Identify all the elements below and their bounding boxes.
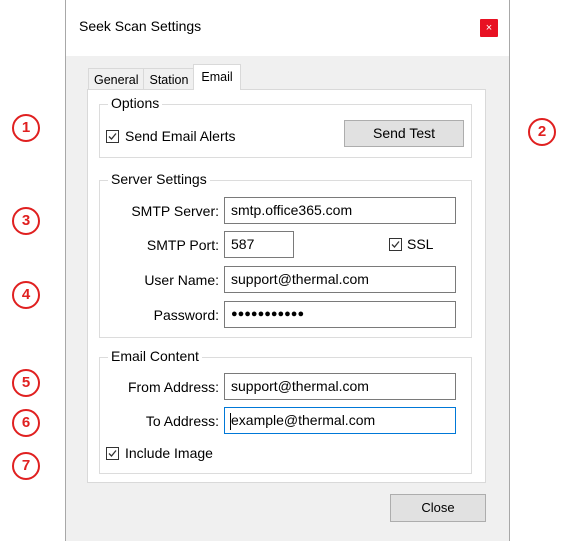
close-button[interactable]: Close (390, 494, 486, 522)
include-image-label[interactable]: Include Image (125, 445, 213, 461)
to-address-input[interactable]: example@thermal.com (224, 407, 456, 434)
from-address-label: From Address: (127, 379, 219, 395)
smtp-port-label: SMTP Port: (146, 237, 219, 253)
password-input[interactable]: ●●●●●●●●●●● (224, 301, 456, 328)
server-settings-group: Server Settings SMTP Server: smtp.office… (99, 171, 472, 338)
email-tab-panel: Options Send Email Alerts Send Test Serv… (87, 89, 486, 483)
callout-7: 7 (12, 452, 40, 480)
ssl-checkbox[interactable] (389, 238, 402, 251)
user-name-input[interactable]: support@thermal.com (224, 266, 456, 293)
smtp-server-input[interactable]: smtp.office365.com (224, 197, 456, 224)
callout-3: 3 (12, 207, 40, 235)
send-email-alerts-label[interactable]: Send Email Alerts (125, 128, 236, 144)
from-address-input[interactable]: support@thermal.com (224, 373, 456, 400)
smtp-server-label: SMTP Server: (131, 203, 219, 219)
close-window-button[interactable]: × (480, 19, 498, 37)
send-test-button[interactable]: Send Test (344, 120, 464, 147)
tab-strip: General Station Email (88, 64, 241, 90)
send-email-alerts-checkbox[interactable] (106, 130, 119, 143)
tab-station[interactable]: Station (143, 68, 195, 90)
ssl-label[interactable]: SSL (407, 236, 433, 252)
callout-5: 5 (12, 369, 40, 397)
tab-general[interactable]: General (88, 68, 145, 90)
callout-6: 6 (12, 409, 40, 437)
settings-dialog: Seek Scan Settings × General Station Ema… (65, 0, 510, 541)
email-content-group-title: Email Content (108, 348, 202, 364)
tab-email[interactable]: Email (193, 64, 241, 90)
callout-1: 1 (12, 114, 40, 142)
page: 1 2 3 4 5 6 7 Seek Scan Settings × Gener… (0, 0, 562, 541)
checkmark-icon (108, 450, 117, 457)
options-group: Options Send Email Alerts Send Test (99, 95, 472, 158)
callout-4: 4 (12, 281, 40, 309)
password-label: Password: (153, 307, 219, 323)
server-settings-group-title: Server Settings (108, 171, 210, 187)
user-name-label: User Name: (144, 272, 219, 288)
checkmark-icon (391, 241, 400, 248)
window-title: Seek Scan Settings (79, 18, 202, 34)
callout-2: 2 (528, 118, 556, 146)
to-address-value: example@thermal.com (231, 412, 376, 428)
to-address-label: To Address: (145, 413, 219, 429)
title-bar: Seek Scan Settings × (66, 0, 509, 56)
email-content-group: Email Content From Address: support@ther… (99, 348, 472, 474)
close-icon: × (485, 22, 493, 34)
checkmark-icon (108, 133, 117, 140)
smtp-port-input[interactable]: 587 (224, 231, 294, 258)
options-group-title: Options (108, 95, 163, 111)
include-image-checkbox[interactable] (106, 447, 119, 460)
